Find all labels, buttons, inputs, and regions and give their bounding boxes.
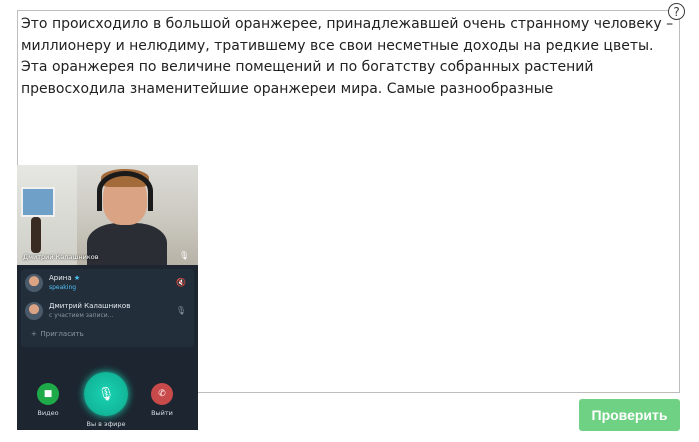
mic-button[interactable]: 🎙 Вы в эфире <box>84 372 128 428</box>
wall-poster <box>21 187 55 217</box>
participants-list: Арина ★ speaking 🔇 Дмитрий Калашников с … <box>21 269 194 347</box>
avatar <box>25 302 43 320</box>
participant-name: Арина ★ <box>49 274 81 282</box>
mic-icon[interactable]: 🎙 <box>176 306 186 315</box>
leave-label: Выйти <box>151 409 173 417</box>
participant-name: Дмитрий Калашников <box>49 302 131 310</box>
star-icon: ★ <box>73 274 81 282</box>
mic-icon: 🎙 <box>179 251 190 260</box>
camera-icon: ■ <box>37 383 59 405</box>
list-item[interactable]: Дмитрий Калашников с участием записи... … <box>21 299 194 325</box>
mic-icon: 🎙 <box>84 372 128 416</box>
video-speaker-name: Дмитрий Калашников <box>23 253 99 261</box>
question-circle-icon[interactable]: ? <box>668 3 685 20</box>
video-button[interactable]: ■ Видео <box>37 383 59 417</box>
mic-muted-icon[interactable]: 🔇 <box>176 278 186 287</box>
participant-status: с участием записи... <box>49 312 114 319</box>
video-call-panel: Дмитрий Калашников 🎙 Арина ★ speaking 🔇 … <box>17 165 198 430</box>
video-label: Видео <box>37 409 59 417</box>
invite-label: Пригласить <box>40 330 84 338</box>
participant-status: speaking <box>49 284 77 291</box>
invite-button[interactable]: + Пригласить <box>31 330 84 338</box>
list-item[interactable]: Арина ★ speaking 🔇 <box>21 271 194 297</box>
mic-status-label: Вы в эфире <box>86 420 126 428</box>
answer-text: Это происходило в большой оранжерее, при… <box>21 16 674 97</box>
headphones-icon <box>97 171 153 211</box>
leave-button[interactable]: ✆ Выйти <box>151 383 173 417</box>
guitar <box>31 217 41 253</box>
check-button[interactable]: Проверить <box>579 399 680 431</box>
help-glyph: ? <box>673 4 680 19</box>
video-feed: Дмитрий Калашников 🎙 <box>17 165 198 265</box>
hang-up-icon: ✆ <box>151 383 173 405</box>
add-user-icon: + <box>31 330 39 338</box>
avatar <box>25 274 43 292</box>
person-torso <box>87 223 167 265</box>
